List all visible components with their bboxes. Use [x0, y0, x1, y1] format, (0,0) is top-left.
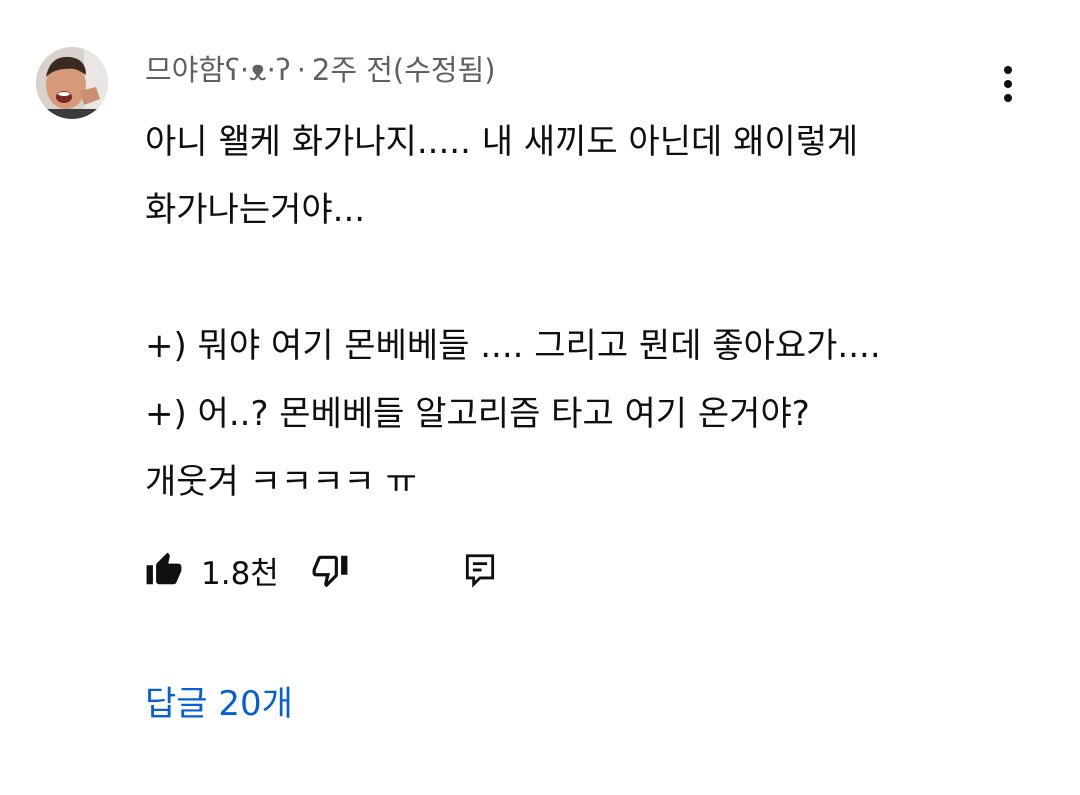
- comment-header: 므야함ʕ·ᴥ·ʔ · 2주 전(수정됨): [145, 50, 496, 90]
- avatar[interactable]: [36, 47, 108, 119]
- comment-text: 아니 왤케 화가나지..... 내 새끼도 아닌데 왜이렇게 화가나는거야...…: [145, 108, 1045, 516]
- like-count: 1.8천: [201, 555, 279, 592]
- more-actions-button[interactable]: [992, 62, 1024, 106]
- dislike-button[interactable]: [311, 551, 349, 589]
- more-vertical-icon-dot: [1004, 80, 1012, 88]
- thumbs-down-outline-icon: [312, 555, 348, 588]
- author-name[interactable]: 므야함ʕ·ᴥ·ʔ: [145, 53, 291, 87]
- avatar-image: [36, 47, 108, 119]
- comment-line: 아니 왤케 화가나지..... 내 새끼도 아닌데 왜이렇게: [145, 122, 859, 162]
- comment-reply-icon: [465, 554, 494, 588]
- comment-line: 개웃겨 ㅋㅋㅋㅋ ㅠ: [145, 462, 417, 502]
- like-button[interactable]: 1.8천: [145, 548, 279, 593]
- more-vertical-icon-dot: [1004, 94, 1012, 102]
- meta-separator: ·: [296, 53, 306, 87]
- more-vertical-icon-dot: [1004, 66, 1012, 74]
- view-replies-link[interactable]: 답글 20개: [145, 680, 293, 728]
- reply-button[interactable]: [461, 551, 499, 589]
- thumbs-up-filled-icon: [146, 552, 182, 585]
- comment-line: +) 어..? 몬베베들 알고리즘 타고 여기 온거야?: [145, 394, 810, 434]
- comment-line: [145, 244, 1045, 312]
- comment-line: 화가나는거야...: [145, 190, 366, 230]
- comment-timestamp: 2주 전(수정됨): [311, 53, 496, 87]
- comment-line: +) 뭐야 여기 몬베베들 .... 그리고 뭔데 좋아요가....: [145, 326, 881, 366]
- comment-actions: 1.8천: [145, 545, 499, 595]
